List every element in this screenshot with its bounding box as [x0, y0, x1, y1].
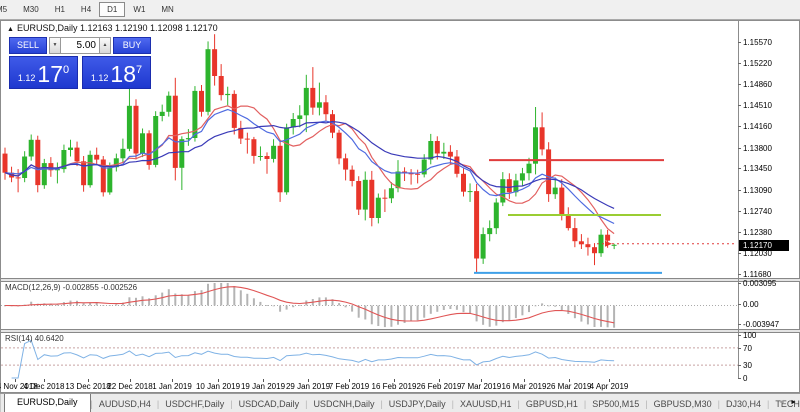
date-axis-label: 4 Apr 2019: [590, 382, 629, 391]
timeframe-button-w1[interactable]: W1: [125, 2, 153, 17]
macd-axis-label: 0.00: [743, 300, 759, 309]
timeframe-button-m5[interactable]: M5: [0, 2, 15, 17]
sell-price-panel[interactable]: 1.12170: [9, 56, 78, 89]
buy-price-big: 18: [110, 63, 136, 86]
date-axis: 24 Nov 20184 Dec 201813 Dec 201822 Dec 2…: [1, 379, 738, 392]
macd-label: MACD(12,26,9) -0.002855 -0.002526: [5, 283, 137, 292]
rsi-label: RSI(14) 40.6420: [5, 334, 64, 343]
date-axis-label: 7 Feb 2019: [329, 382, 369, 391]
sell-price-big: 17: [37, 63, 63, 86]
tab-scroll-right-icon[interactable]: ►: [790, 399, 797, 406]
timeframe-button-d1[interactable]: D1: [99, 2, 125, 17]
sell-price-sup: 0: [63, 64, 69, 76]
timeframe-button-m30[interactable]: M30: [15, 2, 47, 17]
price-axis-label: 1.15220: [743, 59, 772, 68]
one-click-trading-panel: SELL ▼ ▲ BUY 1.12170 1.12187: [9, 37, 151, 89]
buy-button[interactable]: BUY: [113, 37, 151, 54]
chart-symbol-period: EURUSD,Daily: [17, 23, 78, 33]
current-price-label: 1.12170: [739, 240, 789, 251]
timeframe-button-mn[interactable]: MN: [153, 2, 181, 17]
chart-tab-eurusd-daily[interactable]: EURUSD,Daily: [4, 393, 91, 412]
sell-button[interactable]: SELL: [9, 37, 47, 54]
timeframe-toolbar: M5M30H1H4D1W1MN: [0, 0, 800, 20]
macd-axis-label: -0.003947: [743, 320, 779, 329]
price-axis-label: 1.12380: [743, 228, 772, 237]
date-axis-label: 4 Dec 2018: [24, 382, 65, 391]
chart-tab-usdchf-daily[interactable]: USDCHF,Daily: [159, 396, 230, 412]
chart-tab-gbpusd-h1[interactable]: GBPUSD,H1: [520, 396, 584, 412]
price-axis-label: 1.13800: [743, 144, 772, 153]
timeframe-button-h1[interactable]: H1: [47, 2, 73, 17]
macd-axis-label: 0.003095: [743, 279, 776, 288]
chart-tab-dj30-h4[interactable]: DJ30,H4: [720, 396, 767, 412]
date-axis-label: 26 Feb 2019: [417, 382, 462, 391]
date-axis-label: 26 Mar 2019: [547, 382, 592, 391]
price-axis-label: 1.14860: [743, 80, 772, 89]
rsi-pane[interactable]: [1, 333, 738, 379]
date-axis-label: 13 Dec 2018: [65, 382, 110, 391]
buy-price-prefix: 1.12: [91, 73, 109, 83]
price-axis-label: 1.12740: [743, 207, 772, 216]
chart-window[interactable]: ▲EURUSD,Daily 1.12163 1.12190 1.12098 1.…: [0, 20, 800, 393]
price-axis-label: 1.13090: [743, 186, 772, 195]
rsi-axis-label: 30: [743, 361, 752, 370]
date-axis-label: 16 Feb 2019: [372, 382, 417, 391]
price-axis-label: 1.14510: [743, 101, 772, 110]
chart-tab-usdjpy-daily[interactable]: USDJPY,Daily: [383, 396, 452, 412]
sell-price-prefix: 1.12: [18, 73, 36, 83]
chart-tab-xauusd-h1[interactable]: XAUUSD,H1: [454, 396, 518, 412]
volume-decrease-button[interactable]: ▼: [49, 37, 61, 54]
volume-increase-button[interactable]: ▲: [99, 37, 111, 54]
chart-tab-gbpusd-m30[interactable]: GBPUSD,M30: [648, 396, 718, 412]
date-axis-label: 22 Dec 2018: [107, 382, 152, 391]
chart-tab-bar: EURUSD,Daily|AUDUSD,H4|USDCHF,Daily|USDC…: [0, 393, 800, 412]
candle-up-icon: ▲: [7, 26, 14, 33]
date-axis-label: 16 Mar 2019: [502, 382, 547, 391]
rsi-axis-label: 100: [743, 331, 756, 340]
date-axis-label: 29 Jan 2019: [286, 382, 330, 391]
volume-input[interactable]: [61, 37, 99, 54]
date-axis-label: 10 Jan 2019: [196, 382, 240, 391]
chart-tab-audusd-h4[interactable]: AUDUSD,H4: [93, 396, 157, 412]
rsi-axis-label: 0: [743, 374, 747, 383]
mt4-terminal: M5M30H1H4D1W1MN ▲EURUSD,Daily 1.12163 1.…: [0, 0, 800, 412]
chart-ohlc-values: 1.12163 1.12190 1.12098 1.12170: [80, 23, 218, 33]
tabbar-left-edge: [0, 394, 1, 412]
date-axis-label: 7 Mar 2019: [461, 382, 501, 391]
chart-header: ▲EURUSD,Daily 1.12163 1.12190 1.12098 1.…: [7, 23, 218, 33]
tab-scroll-arrows: ◄ ►: [778, 393, 797, 412]
chart-tab-usdcad-daily[interactable]: USDCAD,Daily: [233, 396, 306, 412]
chart-tab-usdcnh-daily[interactable]: USDCNH,Daily: [307, 396, 380, 412]
timeframe-button-h4[interactable]: H4: [73, 2, 99, 17]
axis-divider: [738, 21, 739, 379]
date-axis-label: 1 Jan 2019: [152, 382, 192, 391]
date-axis-label: 19 Jan 2019: [241, 382, 285, 391]
timeframe-buttons: M5M30H1H4D1W1MN: [0, 2, 182, 17]
price-axis-label: 1.15570: [743, 38, 772, 47]
tab-scroll-left-icon[interactable]: ◄: [778, 399, 785, 406]
price-axis-label: 1.11680: [743, 270, 771, 279]
chart-tab-sp500-m15[interactable]: SP500,M15: [586, 396, 645, 412]
buy-price-panel[interactable]: 1.12187: [82, 56, 151, 89]
price-axis-label: 1.14160: [743, 122, 772, 131]
price-axis-label: 1.13450: [743, 164, 772, 173]
rsi-axis-label: 70: [743, 344, 752, 353]
buy-price-sup: 7: [136, 64, 142, 76]
